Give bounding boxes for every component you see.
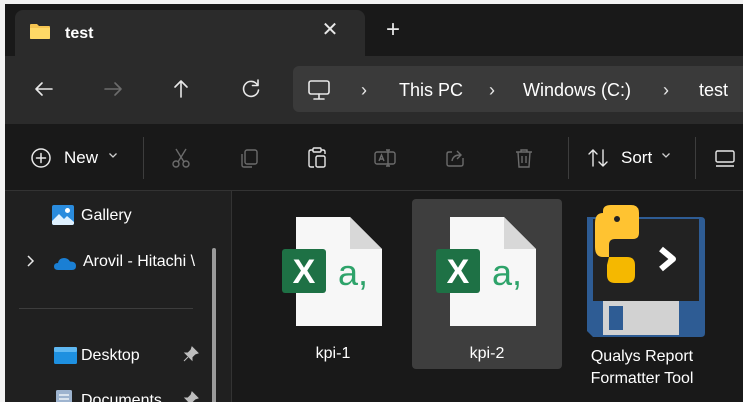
file-item-kpi-1[interactable]: X a, kpi-1 xyxy=(258,199,408,369)
breadcrumb-this-pc[interactable]: This PC xyxy=(399,80,463,101)
pin-icon[interactable] xyxy=(183,391,199,402)
svg-text:X: X xyxy=(447,253,470,291)
divider xyxy=(143,137,144,179)
divider xyxy=(568,137,569,179)
tab-title: test xyxy=(65,25,94,42)
plus-icon[interactable]: + xyxy=(383,18,403,42)
file-name: kpi-1 xyxy=(315,345,351,362)
file-explorer-window: test ✕ + › This PC › Windows (C:) › test… xyxy=(5,4,743,402)
file-item-qualys-report-formatter-tool[interactable]: Qualys Report Formatter Tool xyxy=(567,199,717,387)
rename-icon[interactable] xyxy=(373,146,397,170)
sort-icon[interactable] xyxy=(586,146,610,170)
file-name: kpi-2 xyxy=(469,345,505,362)
cut-icon[interactable] xyxy=(169,146,193,170)
address-bar[interactable]: › This PC › Windows (C:) › test xyxy=(293,66,743,112)
refresh-icon[interactable] xyxy=(238,76,264,102)
pin-icon[interactable] xyxy=(183,346,199,362)
divider xyxy=(695,137,696,179)
chevron-down-icon[interactable] xyxy=(108,150,118,160)
sidebar-item-label: Gallery xyxy=(81,207,132,224)
chevron-right-icon[interactable] xyxy=(25,254,35,268)
sidebar-item-label: Arovil - Hitachi \ xyxy=(83,253,196,270)
python-icon xyxy=(587,205,705,337)
chevron-right-icon[interactable]: › xyxy=(489,80,495,101)
chevron-down-icon[interactable] xyxy=(661,150,671,160)
sidebar-item-onedrive[interactable]: Arovil - Hitachi \ xyxy=(5,246,215,278)
arrow-up-icon[interactable] xyxy=(168,76,194,102)
paste-icon[interactable] xyxy=(305,146,329,170)
divider xyxy=(19,308,193,309)
folder-icon xyxy=(30,24,50,39)
file-item-kpi-2[interactable]: X a, kpi-2 xyxy=(412,199,562,369)
file-name-line-2: Formatter Tool xyxy=(590,370,694,387)
documents-folder-icon xyxy=(56,390,72,402)
close-icon[interactable]: ✕ xyxy=(320,20,340,40)
svg-text:X: X xyxy=(293,253,316,291)
navigation-pane: Gallery Arovil - Hitachi \ Desktop Docum… xyxy=(5,191,231,402)
cloud-icon xyxy=(54,258,76,270)
arrow-right-icon[interactable] xyxy=(100,76,126,102)
sort-button[interactable]: Sort xyxy=(621,148,652,168)
excel-csv-icon: X a, xyxy=(282,217,382,326)
this-pc-icon xyxy=(308,80,330,100)
arrow-left-icon[interactable] xyxy=(31,76,57,102)
share-icon[interactable] xyxy=(443,146,467,170)
gallery-icon xyxy=(52,205,74,225)
chevron-right-icon[interactable]: › xyxy=(663,80,669,101)
plus-circle-icon[interactable] xyxy=(29,146,53,170)
file-name-line-1: Qualys Report xyxy=(590,348,694,365)
excel-csv-icon: X a, xyxy=(436,217,536,326)
sidebar-scrollbar[interactable] xyxy=(212,248,216,402)
sidebar-item-label: Documents xyxy=(81,392,162,402)
sidebar-item-label: Desktop xyxy=(81,347,140,364)
delete-icon[interactable] xyxy=(512,146,536,170)
svg-text:a,: a, xyxy=(338,252,368,293)
command-bar: New Sort xyxy=(5,124,743,190)
address-toolbar: › This PC › Windows (C:) › test xyxy=(5,56,743,124)
desktop-folder-icon xyxy=(54,347,77,364)
new-button[interactable]: New xyxy=(64,148,98,168)
sidebar-item-gallery[interactable]: Gallery xyxy=(5,200,215,232)
breadcrumb-windows-c[interactable]: Windows (C:) xyxy=(523,80,631,101)
sidebar-item-documents[interactable]: Documents xyxy=(5,385,215,402)
tab-test[interactable]: test ✕ xyxy=(15,10,365,56)
file-list: X a, kpi-1 X a, kpi-2 Qualys Report Form… xyxy=(232,191,743,402)
svg-text:a,: a, xyxy=(492,252,522,293)
breadcrumb-test[interactable]: test xyxy=(699,80,728,101)
sidebar-item-desktop[interactable]: Desktop xyxy=(5,340,215,372)
chevron-right-icon[interactable]: › xyxy=(361,80,367,101)
tab-strip: test ✕ + xyxy=(5,4,743,56)
view-icon[interactable] xyxy=(713,146,737,170)
copy-icon[interactable] xyxy=(237,146,261,170)
